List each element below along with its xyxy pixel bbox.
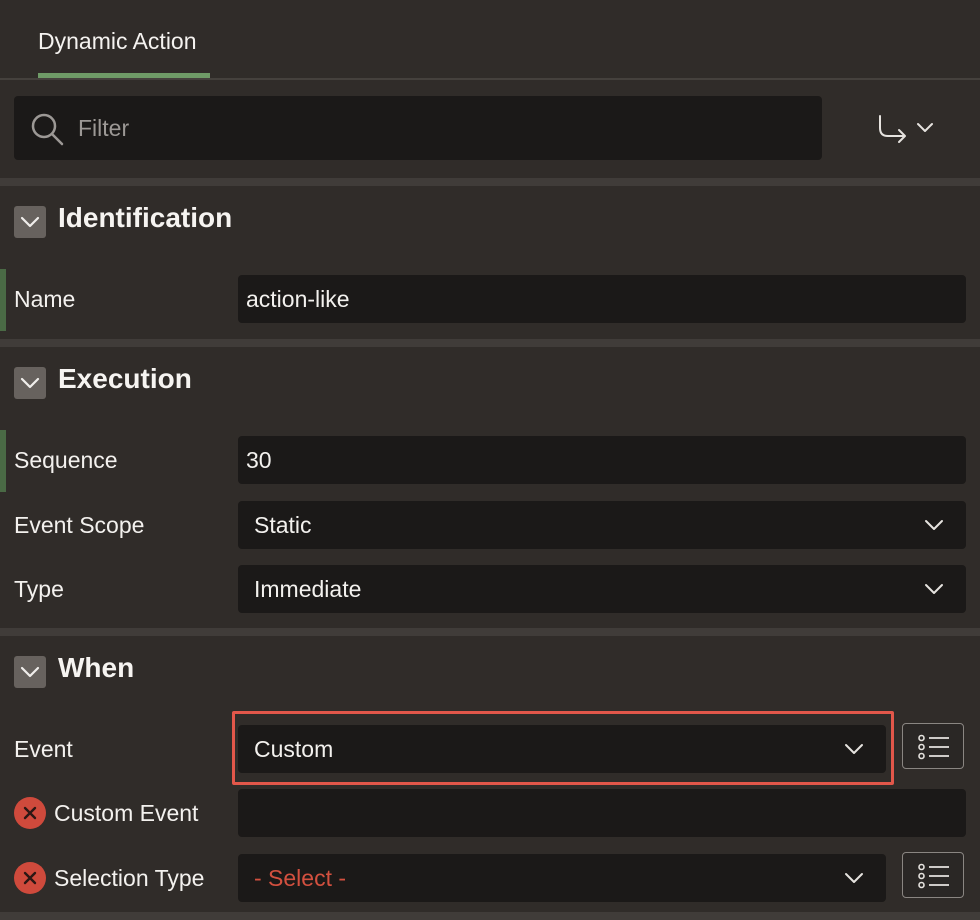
property-label-type: Type xyxy=(14,576,64,602)
property-label-sequence: Sequence xyxy=(14,447,118,473)
property-row-custom-event: Custom Event xyxy=(0,783,980,843)
section-header-identification: Identification xyxy=(0,190,980,254)
section-divider xyxy=(0,339,980,347)
property-row-type: Type Immediate xyxy=(0,559,980,619)
chevron-down-icon xyxy=(845,873,863,883)
section-divider xyxy=(0,912,980,920)
error-icon xyxy=(14,862,46,894)
sequence-value: 30 xyxy=(246,447,272,473)
filter-bar xyxy=(0,80,980,178)
chevron-down-icon xyxy=(925,520,943,530)
tab-dynamic-action-label: Dynamic Action xyxy=(38,28,197,54)
property-row-event-scope: Event Scope Static xyxy=(0,495,980,555)
property-row-event: Event Custom xyxy=(0,719,980,779)
event-scope-value: Static xyxy=(254,512,312,538)
section-header-execution: Execution xyxy=(0,351,980,415)
property-label-event-scope: Event Scope xyxy=(14,512,145,538)
selection-type-placeholder: - Select - xyxy=(254,865,347,891)
property-row-selection-type: Selection Type - Select - xyxy=(0,848,980,908)
go-to-group-button[interactable] xyxy=(868,108,944,148)
sequence-field[interactable]: 30 xyxy=(238,436,966,484)
list-icon xyxy=(918,734,949,760)
section-divider xyxy=(0,628,980,636)
property-row-name: Name action-like xyxy=(0,269,980,331)
event-list-button[interactable] xyxy=(902,723,964,769)
section-title-when: When xyxy=(58,652,135,683)
chevron-down-icon xyxy=(845,744,863,754)
filter-box[interactable] xyxy=(14,96,822,160)
section-title-identification: Identification xyxy=(58,202,233,233)
property-label-selection-type: Selection Type xyxy=(54,865,205,891)
search-icon xyxy=(31,113,64,146)
name-value: action-like xyxy=(246,286,350,312)
list-icon xyxy=(918,863,949,889)
collapse-when-button[interactable] xyxy=(14,656,46,688)
chevron-down-icon xyxy=(925,584,943,594)
event-scope-select[interactable]: Static xyxy=(238,501,966,549)
section-header-when: When xyxy=(0,640,980,704)
filter-input[interactable] xyxy=(78,96,798,160)
selection-type-list-button[interactable] xyxy=(902,852,964,898)
tab-dynamic-action[interactable]: Dynamic Action xyxy=(38,0,210,78)
section-title-execution: Execution xyxy=(58,363,192,394)
error-icon xyxy=(14,797,46,829)
active-tab-indicator xyxy=(38,73,210,78)
chevron-down-icon xyxy=(20,216,40,228)
collapse-identification-button[interactable] xyxy=(14,206,46,238)
name-field[interactable]: action-like xyxy=(238,275,966,323)
type-select[interactable]: Immediate xyxy=(238,565,966,613)
property-row-sequence: Sequence 30 xyxy=(0,430,980,492)
property-label-event: Event xyxy=(14,736,73,762)
custom-event-field[interactable] xyxy=(238,789,966,837)
section-divider xyxy=(0,178,980,186)
chevron-down-icon xyxy=(20,377,40,389)
selection-type-select[interactable]: - Select - xyxy=(238,854,886,902)
changed-marker xyxy=(0,269,6,331)
event-value: Custom xyxy=(254,736,334,762)
chevron-down-icon xyxy=(20,666,40,678)
type-value: Immediate xyxy=(254,576,362,602)
property-label-name: Name xyxy=(14,286,76,312)
changed-marker xyxy=(0,430,6,492)
collapse-execution-button[interactable] xyxy=(14,367,46,399)
property-label-custom-event: Custom Event xyxy=(54,800,199,826)
event-select[interactable]: Custom xyxy=(238,725,886,773)
go-to-group-icon xyxy=(879,115,933,143)
tab-bar: Dynamic Action xyxy=(0,0,980,80)
